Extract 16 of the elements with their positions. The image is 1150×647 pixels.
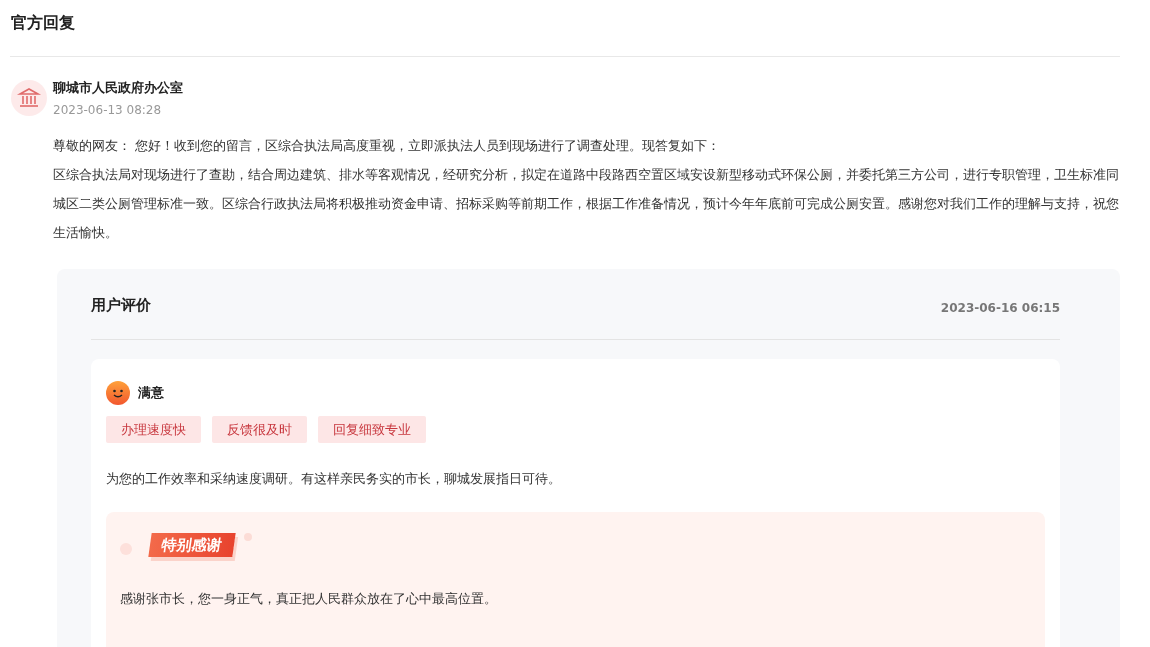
reply-paragraph: 区综合执法局对现场进行了查勘，结合周边建筑、排水等客观情况，经研究分析，拟定在道路中段路西空置区域安设新型移动式环保公厕，并委托第三方公司，进行专职管理，卫生标准同城区二类公厕管理标准一致。区综合行政执法局将积极推动资金申请、招标采购等前期工作，根据工作准备情况，预计今年年底前可完成公厕安置。感谢您对我们工作的理解与支持，祝您生活愉快。: [53, 166, 1120, 242]
reply-paragraph: 尊敬的网友： 您好！收到您的留言，区综合执法局高度重视，立即派执法人员到现场进行了调查处理。现答复如下：: [53, 137, 722, 155]
rating-label: 满意: [138, 384, 164, 402]
decorative-dot: [244, 533, 252, 541]
evaluation-title: 用户评价: [91, 295, 151, 315]
smiley-icon: [106, 381, 130, 405]
evaluation-comment: 为您的工作效率和采纳速度调研。有这样亲民务实的市长，聊城发展指日可待。: [106, 470, 562, 488]
evaluation-tag: 回复细致专业: [318, 416, 426, 443]
section-title: 官方回复: [11, 12, 76, 34]
evaluation-tag: 办理速度快: [106, 416, 201, 443]
evaluation-tag: 反馈很及时: [212, 416, 307, 443]
evaluation-time: 2023-06-16 06:15: [940, 301, 1060, 315]
thanks-text: 感谢张市长，您一身正气，真正把人民群众放在了心中最高位置。: [120, 590, 498, 608]
author-name: 聊城市人民政府办公室: [53, 79, 183, 97]
reply-time: 2023-06-13 08:28: [53, 102, 163, 119]
government-building-icon: [11, 80, 47, 116]
